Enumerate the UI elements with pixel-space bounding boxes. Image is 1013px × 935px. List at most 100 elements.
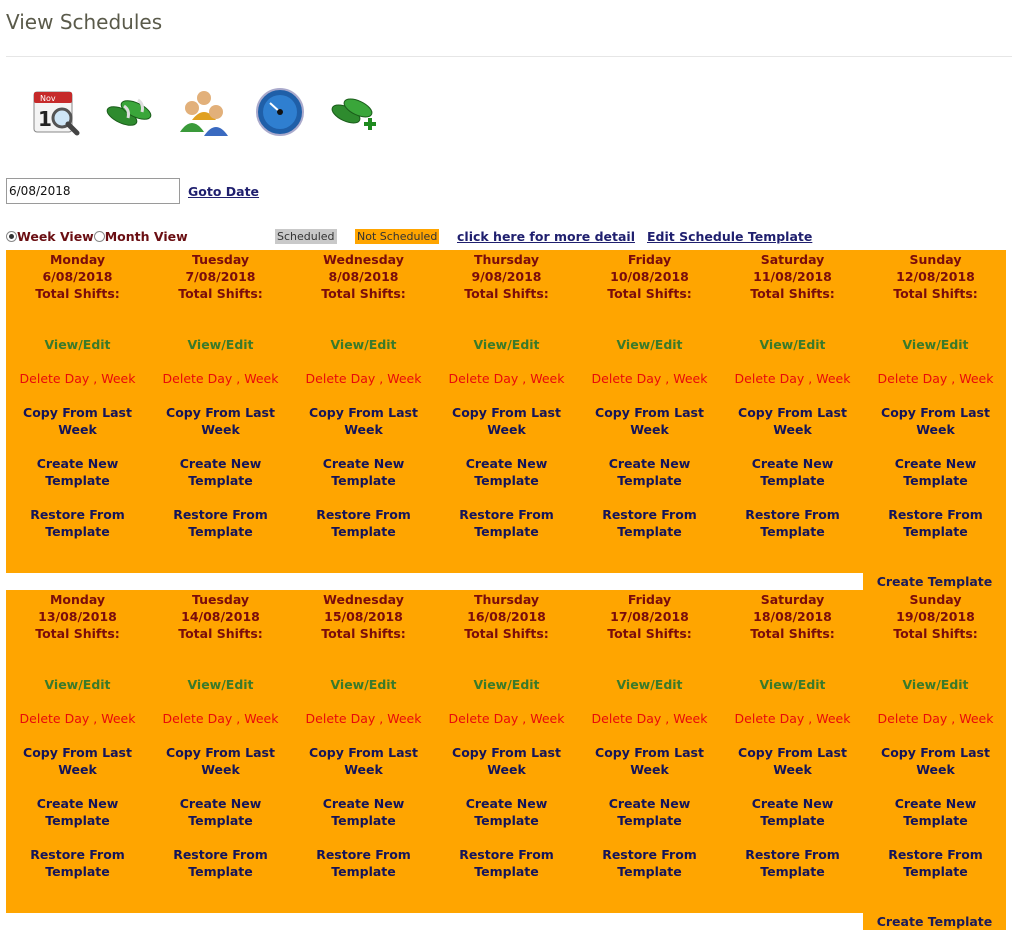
sandals-icon[interactable] xyxy=(104,86,156,138)
view-edit-link[interactable]: View/Edit xyxy=(578,336,721,353)
restore-template-link[interactable]: Restore From Template xyxy=(149,506,292,540)
restore-template-link[interactable]: Restore From Template xyxy=(721,506,864,540)
restore-template-link[interactable]: Restore From Template xyxy=(864,506,1007,540)
restore-template-link[interactable]: Restore From Template xyxy=(292,506,435,540)
create-new-template-link[interactable]: Create New Template xyxy=(292,795,435,829)
day-date: 11/08/2018 xyxy=(753,269,832,284)
delete-day-week-link[interactable]: Delete Day , Week xyxy=(149,370,292,387)
view-edit-link[interactable]: View/Edit xyxy=(864,336,1007,353)
create-template-link[interactable]: Create Template xyxy=(863,914,1006,929)
goto-date-link[interactable]: Goto Date xyxy=(188,184,259,199)
restore-template-link[interactable]: Restore From Template xyxy=(578,506,721,540)
day-name: Tuesday xyxy=(191,592,250,607)
day-date: 18/08/2018 xyxy=(753,609,832,624)
sandals-add-icon[interactable] xyxy=(328,86,380,138)
edit-schedule-template-link[interactable]: Edit Schedule Template xyxy=(647,229,812,244)
restore-template-link[interactable]: Restore From Template xyxy=(435,846,578,880)
copy-last-week-link[interactable]: Copy From Last Week xyxy=(149,404,292,438)
create-new-template-link[interactable]: Create New Template xyxy=(721,455,864,489)
create-template-link[interactable]: Create Template xyxy=(863,574,1006,589)
legend-scheduled: Scheduled xyxy=(275,229,337,244)
month-view-label[interactable]: Month View xyxy=(105,229,188,244)
copy-last-week-link[interactable]: Copy From Last Week xyxy=(292,744,435,778)
delete-day-week-link[interactable]: Delete Day , Week xyxy=(721,710,864,727)
create-new-template-link[interactable]: Create New Template xyxy=(435,455,578,489)
staff-group-icon[interactable] xyxy=(178,86,230,138)
copy-last-week-link[interactable]: Copy From Last Week xyxy=(721,744,864,778)
restore-template-link[interactable]: Restore From Template xyxy=(864,846,1007,880)
create-new-template-link[interactable]: Create New Template xyxy=(149,455,292,489)
view-edit-link[interactable]: View/Edit xyxy=(292,336,435,353)
restore-template-link[interactable]: Restore From Template xyxy=(149,846,292,880)
calendar-search-icon[interactable]: Nov 1 xyxy=(30,86,82,138)
copy-last-week-link[interactable]: Copy From Last Week xyxy=(864,404,1007,438)
day-name: Friday xyxy=(627,252,672,267)
title-divider xyxy=(6,56,1012,57)
more-detail-link[interactable]: click here for more detail xyxy=(457,229,635,244)
create-new-template-link[interactable]: Create New Template xyxy=(721,795,864,829)
day-cell-wednesday: Wednesday 8/08/2018 Total Shifts: View/Edit… xyxy=(292,250,435,540)
restore-template-link[interactable]: Restore From Template xyxy=(721,846,864,880)
view-edit-link[interactable]: View/Edit xyxy=(435,336,578,353)
restore-template-link[interactable]: Restore From Template xyxy=(578,846,721,880)
day-name: Sunday xyxy=(909,252,962,267)
copy-last-week-link[interactable]: Copy From Last Week xyxy=(721,404,864,438)
date-input[interactable] xyxy=(6,178,180,204)
delete-day-week-link[interactable]: Delete Day , Week xyxy=(435,710,578,727)
delete-day-week-link[interactable]: Delete Day , Week xyxy=(6,370,149,387)
create-new-template-link[interactable]: Create New Template xyxy=(6,455,149,489)
delete-day-week-link[interactable]: Delete Day , Week xyxy=(578,370,721,387)
copy-last-week-link[interactable]: Copy From Last Week xyxy=(435,744,578,778)
create-new-template-link[interactable]: Create New Template xyxy=(6,795,149,829)
view-edit-link[interactable]: View/Edit xyxy=(6,336,149,353)
view-edit-link[interactable]: View/Edit xyxy=(149,336,292,353)
total-shifts-label: Total Shifts: xyxy=(178,286,263,301)
copy-last-week-link[interactable]: Copy From Last Week xyxy=(292,404,435,438)
restore-template-link[interactable]: Restore From Template xyxy=(6,506,149,540)
dashboard-gauge-icon[interactable] xyxy=(254,86,306,138)
delete-day-week-link[interactable]: Delete Day , Week xyxy=(292,370,435,387)
create-new-template-link[interactable]: Create New Template xyxy=(864,455,1007,489)
copy-last-week-link[interactable]: Copy From Last Week xyxy=(435,404,578,438)
copy-last-week-link[interactable]: Copy From Last Week xyxy=(6,404,149,438)
copy-last-week-link[interactable]: Copy From Last Week xyxy=(578,744,721,778)
month-view-radio[interactable] xyxy=(93,231,105,242)
day-name: Wednesday xyxy=(323,592,404,607)
create-new-template-link[interactable]: Create New Template xyxy=(435,795,578,829)
delete-day-week-link[interactable]: Delete Day , Week xyxy=(6,710,149,727)
copy-last-week-link[interactable]: Copy From Last Week xyxy=(149,744,292,778)
view-edit-link[interactable]: View/Edit xyxy=(721,336,864,353)
view-edit-link[interactable]: View/Edit xyxy=(721,676,864,693)
create-new-template-link[interactable]: Create New Template xyxy=(292,455,435,489)
total-shifts-label: Total Shifts: xyxy=(321,626,406,641)
day-cell-monday: Monday 13/08/2018 Total Shifts: View/Edit De… xyxy=(6,590,149,880)
week-view-label[interactable]: Week View xyxy=(17,229,94,244)
total-shifts-label: Total Shifts: xyxy=(893,626,978,641)
delete-day-week-link[interactable]: Delete Day , Week xyxy=(149,710,292,727)
view-edit-link[interactable]: View/Edit xyxy=(149,676,292,693)
delete-day-week-link[interactable]: Delete Day , Week xyxy=(721,370,864,387)
copy-last-week-link[interactable]: Copy From Last Week xyxy=(864,744,1007,778)
create-new-template-link[interactable]: Create New Template xyxy=(578,795,721,829)
restore-template-link[interactable]: Restore From Template xyxy=(435,506,578,540)
view-edit-link[interactable]: View/Edit xyxy=(578,676,721,693)
view-edit-link[interactable]: View/Edit xyxy=(292,676,435,693)
view-edit-link[interactable]: View/Edit xyxy=(6,676,149,693)
copy-last-week-link[interactable]: Copy From Last Week xyxy=(578,404,721,438)
total-shifts-label: Total Shifts: xyxy=(750,626,835,641)
create-new-template-link[interactable]: Create New Template xyxy=(864,795,1007,829)
view-edit-link[interactable]: View/Edit xyxy=(864,676,1007,693)
view-edit-link[interactable]: View/Edit xyxy=(435,676,578,693)
day-date: 6/08/2018 xyxy=(42,269,113,284)
delete-day-week-link[interactable]: Delete Day , Week xyxy=(864,710,1007,727)
copy-last-week-link[interactable]: Copy From Last Week xyxy=(6,744,149,778)
restore-template-link[interactable]: Restore From Template xyxy=(6,846,149,880)
restore-template-link[interactable]: Restore From Template xyxy=(292,846,435,880)
delete-day-week-link[interactable]: Delete Day , Week xyxy=(864,370,1007,387)
delete-day-week-link[interactable]: Delete Day , Week xyxy=(292,710,435,727)
week-view-radio[interactable] xyxy=(6,231,17,242)
delete-day-week-link[interactable]: Delete Day , Week xyxy=(435,370,578,387)
create-new-template-link[interactable]: Create New Template xyxy=(149,795,292,829)
create-new-template-link[interactable]: Create New Template xyxy=(578,455,721,489)
delete-day-week-link[interactable]: Delete Day , Week xyxy=(578,710,721,727)
